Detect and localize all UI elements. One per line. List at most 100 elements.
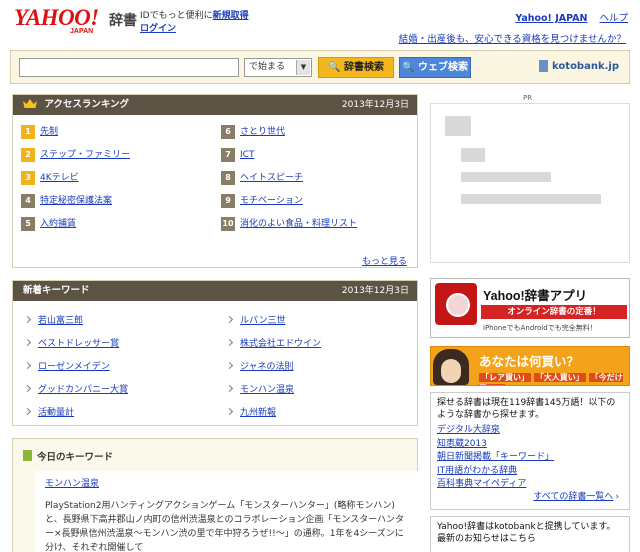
chevron-right-icon (225, 361, 234, 370)
keyword-link[interactable]: ベストドレッサー賞 (38, 339, 119, 349)
dictionary-link[interactable]: 知恵蔵2013 (437, 438, 623, 452)
ranking-item: 2 ステップ・ファミリー (21, 148, 130, 162)
keyword-link[interactable]: グッドカンパニー大賞 (38, 385, 128, 395)
ranking-item: 1 先制 (21, 125, 58, 139)
chevron-right-icon (225, 315, 234, 324)
all-dictionaries-link[interactable]: すべての辞書一覧へ › (533, 491, 619, 503)
chevron-right-icon (23, 407, 32, 416)
web-search-button[interactable]: 🔍 ウェブ検索 (399, 57, 471, 78)
yahoo-logo[interactable]: YAHOO! JAPAN (14, 6, 106, 37)
keyword-item: 活動量計 (23, 407, 74, 419)
new-keywords-date: 2013年12月3日 (341, 286, 409, 296)
id-promo-text: IDでもっと便利に (140, 11, 213, 21)
today-keyword-panel: 今日のキーワード モンハン温泉 PlayStation2用ハンティングアクション… (12, 438, 419, 552)
ranking-link[interactable]: モチベーション (240, 196, 303, 206)
ranking-link[interactable]: 4Kテレビ (40, 173, 79, 183)
rank-number: 6 (221, 125, 235, 139)
rank-number: 8 (221, 171, 235, 185)
woman-portrait-icon (433, 349, 469, 385)
kotobank-link[interactable]: kotobank.jp (539, 60, 619, 72)
keyword-link[interactable]: 活動量計 (38, 408, 74, 418)
ranking-date: 2013年12月3日 (341, 100, 409, 110)
shopping-tag: 「大人買い」 (533, 373, 586, 382)
keyword-link[interactable]: ローゼンメイデン (38, 362, 110, 372)
search-input[interactable] (19, 58, 239, 77)
keyword-marker-icon (23, 450, 32, 461)
keyword-item: 若山富三郎 (23, 315, 83, 327)
shopping-tag: 「レア買い」 (479, 373, 531, 382)
keyword-link[interactable]: 若山富三郎 (38, 316, 83, 326)
match-mode-select[interactable]: で始まる ▼ (244, 58, 312, 77)
shopping-banner[interactable]: あなたは何買い？ 「レア買い」 「大人買い」 「今だけ買い」 (430, 346, 630, 386)
all-dictionaries-label: すべての辞書一覧へ (533, 492, 614, 502)
web-search-label: ウェブ検索 (417, 62, 468, 73)
rank-number: 10 (221, 217, 235, 231)
register-link[interactable]: 新規取得 (213, 11, 249, 21)
dictionary-link[interactable]: 朝日新聞掲載「キーワード」 (437, 451, 623, 465)
chevron-right-icon (23, 315, 32, 324)
ranking-item: 8 ヘイトスピーチ (221, 171, 303, 185)
match-mode-value: で始まる (249, 62, 286, 72)
dict-search-button[interactable]: 🔍 辞書検索 (318, 57, 394, 78)
keyword-link[interactable]: 株式会社エドウイン (240, 339, 321, 349)
dictionary-link[interactable]: 百科事典マイペディア (437, 478, 623, 492)
rank-number: 5 (21, 217, 35, 231)
rank-number: 3 (21, 171, 35, 185)
today-keyword-link[interactable]: モンハン温泉 (45, 477, 409, 491)
ranking-item: 10 消化のよい食品・料理リスト (221, 217, 357, 231)
blurred-block (461, 194, 601, 204)
keyword-item: ローゼンメイデン (23, 361, 110, 373)
chevron-right-icon: › (615, 492, 619, 502)
dictionary-intro: 探せる辞書は現在119辞書145万語！以下のような辞書から探せます。 (437, 398, 616, 420)
ranking-link[interactable]: ICT (240, 150, 254, 160)
help-link[interactable]: ヘルプ (599, 13, 628, 24)
ranking-link[interactable]: ステップ・ファミリー (40, 150, 130, 160)
login-link[interactable]: ログイン (140, 24, 176, 34)
ranking-link[interactable]: ヘイトスピーチ (240, 173, 303, 183)
keyword-link[interactable]: モンハン温泉 (240, 385, 294, 395)
pr-label: PR (523, 94, 533, 102)
dictionary-link[interactable]: IT用語がわかる辞典 (437, 465, 623, 479)
chevron-right-icon (23, 361, 32, 370)
new-keywords-title: 新着キーワード (23, 285, 90, 296)
keyword-item: グッドカンパニー大賞 (23, 384, 128, 396)
keyword-link[interactable]: ルパン三世 (240, 316, 285, 326)
access-ranking-panel: アクセスランキング 2013年12月3日 1 先制 2 ステップ・ファミリー 3 4K… (12, 94, 418, 268)
kotobank-icon (539, 60, 549, 72)
chevron-right-icon (225, 407, 234, 416)
pixelated-ad[interactable] (430, 103, 630, 263)
keyword-item: ジャネの法則 (225, 361, 294, 373)
rank-number: 1 (21, 125, 35, 139)
chevron-down-icon: ▼ (296, 60, 310, 75)
today-keyword-text: PlayStation2用ハンティングアクションゲーム「モンスターハンター」(略… (45, 501, 405, 552)
header-ad-link[interactable]: 結婚・出産後も、安心できる資格を見つけませんか？ (399, 31, 626, 45)
app-banner[interactable]: Yahoo!辞書アプリ オンライン辞書の定番！ iPhoneでもAndroidで… (430, 278, 630, 338)
header: YAHOO! JAPAN 辞書 IDでもっと便利に新規取得 ログイン Yahoo… (0, 0, 640, 48)
ranking-link[interactable]: 消化のよい食品・料理リスト (240, 219, 357, 229)
blurred-block (461, 172, 551, 182)
ranking-link[interactable]: 先制 (40, 127, 58, 137)
keyword-item: 株式会社エドウイン (225, 338, 321, 350)
app-banner-title: Yahoo!辞書アプリ (483, 289, 588, 303)
ranking-item: 6 さとり世代 (221, 125, 285, 139)
top-links: Yahoo! JAPAN ヘルプ (503, 10, 628, 24)
kotobank-notice: Yahoo!辞書はkotobankと提携しています。最新のお知らせはこちら (430, 516, 630, 552)
keyword-link[interactable]: ジャネの法則 (240, 362, 294, 372)
search-bar: で始まる ▼ 🔍 辞書検索 🔍 ウェブ検索 kotobank.jp (10, 50, 630, 84)
id-promo: IDでもっと便利に新規取得 ログイン (140, 10, 249, 36)
ranking-item: 7 ICT (221, 148, 254, 162)
search-icon: 🔍 (328, 62, 341, 73)
yahoo-japan-link[interactable]: Yahoo! JAPAN (515, 13, 587, 24)
chevron-right-icon (23, 338, 32, 347)
new-keywords-list: 若山富三郎 ベストドレッサー賞 ローゼンメイデン グッドカンパニー大賞 活動量計… (13, 301, 417, 425)
ranking-link[interactable]: さとり世代 (240, 127, 285, 137)
keyword-item: ベストドレッサー賞 (23, 338, 119, 350)
ranking-link[interactable]: 入約捕賃 (40, 219, 76, 229)
keyword-link[interactable]: 九州新報 (240, 408, 276, 418)
dictionary-link[interactable]: デジタル大辞泉 (437, 424, 623, 438)
ranking-more-link[interactable]: もっと見る (362, 254, 407, 267)
ranking-link[interactable]: 特定秘密保護法案 (40, 196, 112, 206)
ranking-item: 4 特定秘密保護法案 (21, 194, 112, 208)
rank-number: 9 (221, 194, 235, 208)
rank-number: 2 (21, 148, 35, 162)
